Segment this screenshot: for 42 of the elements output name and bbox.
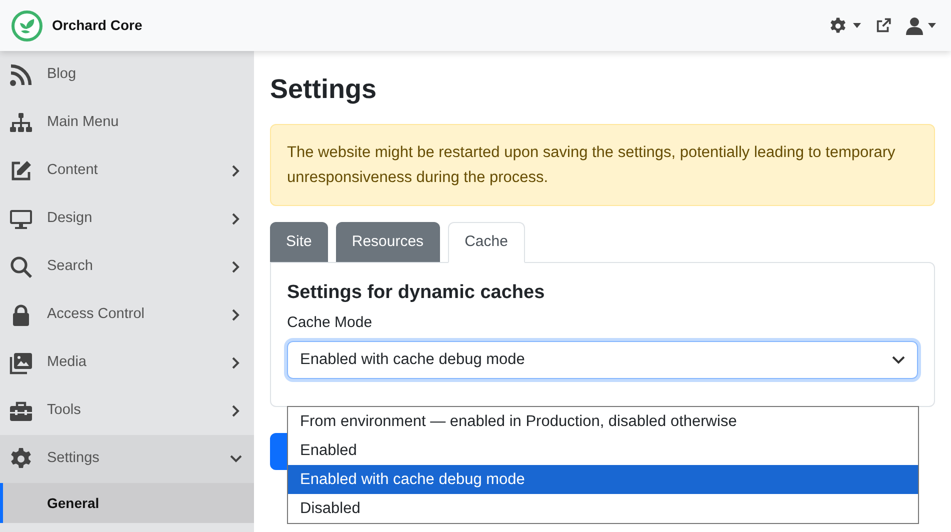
search-icon [9, 255, 33, 279]
sidebar-item[interactable]: Content [0, 147, 254, 195]
tab[interactable]: Cache [448, 222, 525, 263]
cache-mode-select[interactable]: Enabled with cache debug mode [287, 340, 918, 378]
dropdown-option[interactable]: Enabled [288, 436, 918, 465]
user-menu-button[interactable] [906, 16, 936, 34]
images-icon [9, 351, 33, 375]
sidebar-item[interactable]: Settings [0, 435, 254, 483]
warning-alert: The website might be restarted upon saving the settings, potentially leading to temporary unresponsiveness during the process. [270, 124, 935, 206]
sidebar-item[interactable]: Search [0, 243, 254, 291]
external-link-button[interactable] [875, 17, 892, 34]
external-link-icon [875, 17, 892, 34]
user-icon [906, 16, 923, 34]
sidebar-item[interactable]: Blog [0, 51, 254, 99]
sidebar-item[interactable]: Main Menu [0, 99, 254, 147]
settings-icon [829, 16, 847, 34]
edit-icon [9, 159, 33, 183]
sidebar-item[interactable]: Tools [0, 387, 254, 435]
sidebar-item[interactable]: Access Control [0, 291, 254, 339]
monitor-icon [9, 207, 33, 231]
toolbox-icon [9, 399, 33, 423]
settings-menu-button[interactable] [829, 16, 861, 34]
button[interactable] [270, 433, 287, 470]
tab[interactable]: Resources [336, 222, 440, 262]
sidebar-item[interactable]: Design [0, 195, 254, 243]
sidebar-subitem[interactable]: General [0, 483, 254, 523]
page-title: Settings [270, 73, 378, 105]
logo-icon [11, 10, 43, 42]
caret-icon [853, 23, 861, 28]
rss-icon [9, 63, 33, 87]
caret-icon [928, 23, 936, 28]
dropdown-option[interactable]: Disabled [288, 494, 918, 523]
sitemap-icon [9, 111, 33, 135]
settings-icon [9, 447, 33, 471]
brand-name[interactable]: Orchard Core [52, 15, 142, 36]
section-title: Settings for dynamic caches [287, 281, 546, 305]
tab[interactable]: Site [270, 222, 328, 262]
dropdown-option[interactable]: Enabled with cache debug mode [288, 465, 918, 494]
chevron-down-icon [892, 356, 905, 364]
dropdown-option[interactable]: From environment — enabled in Production, disabled otherwise [288, 407, 918, 436]
sidebar-item[interactable]: Media [0, 339, 254, 387]
field-label: Cache Mode [287, 313, 374, 333]
